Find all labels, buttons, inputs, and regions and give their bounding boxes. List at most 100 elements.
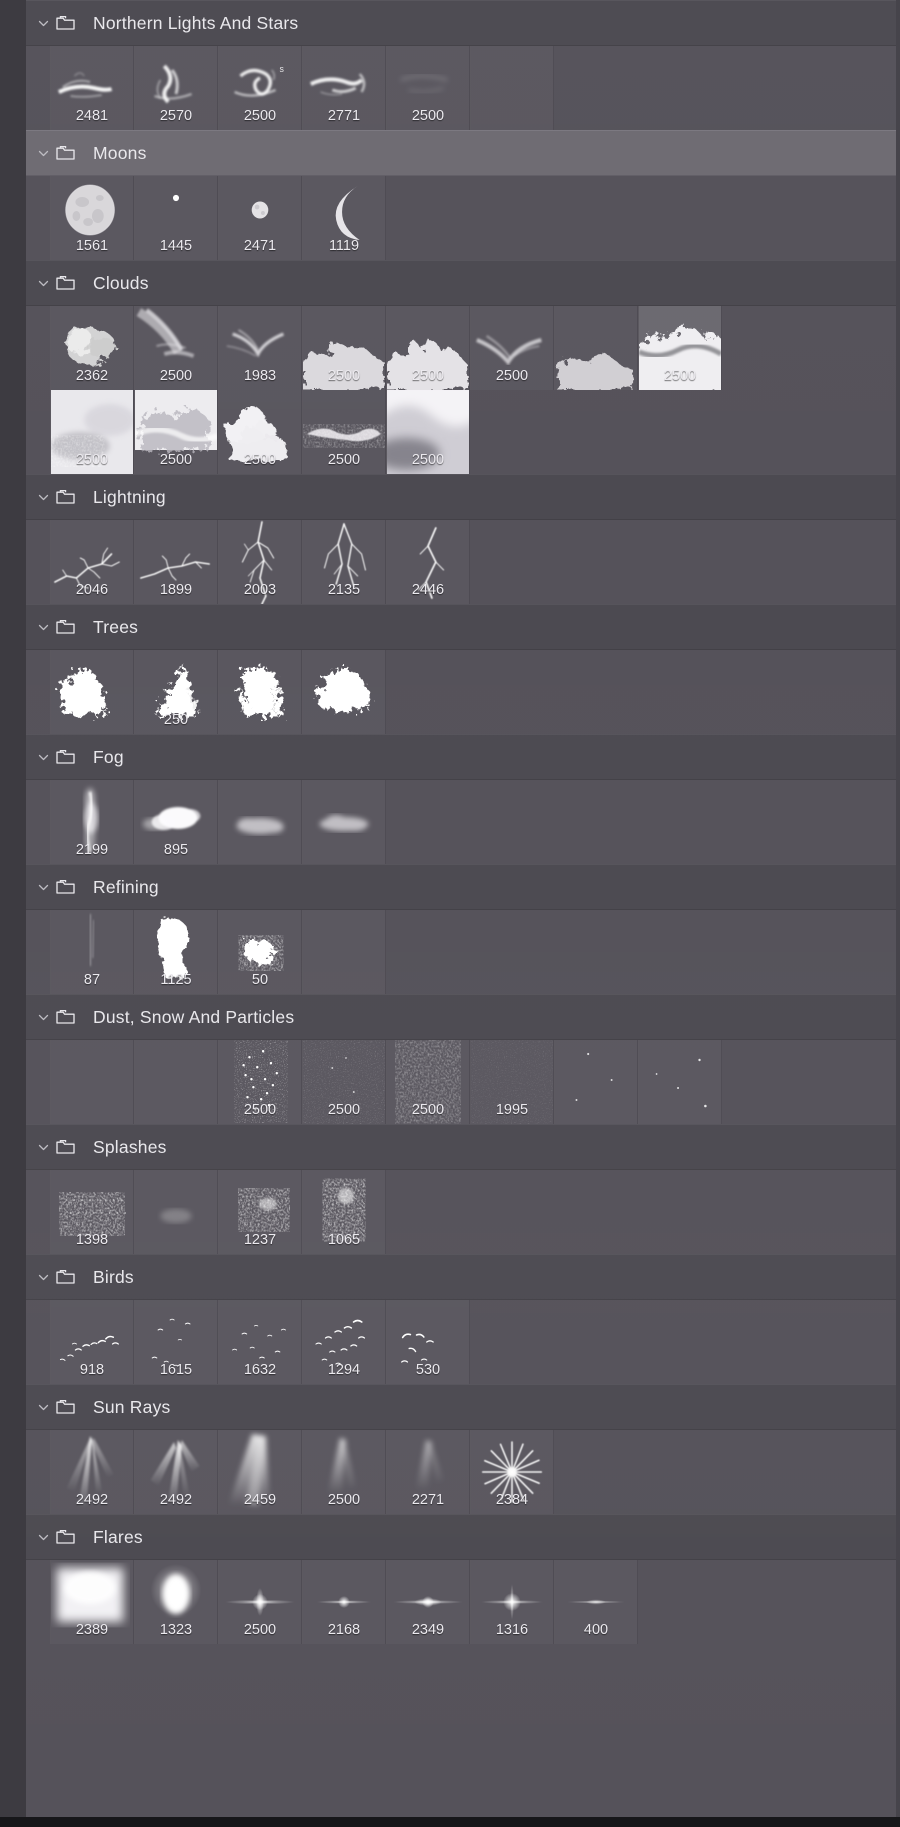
brush-preset-cell[interactable]: [302, 910, 386, 994]
brush-preset-cell[interactable]: 2003: [218, 520, 302, 604]
brush-size-label: 2135: [327, 581, 361, 598]
chevron-down-icon[interactable]: [32, 881, 54, 894]
brush-preset-cell[interactable]: 2570: [134, 46, 218, 130]
brush-preset-cell[interactable]: 1899: [134, 520, 218, 604]
brush-preset-cell[interactable]: 2349: [386, 1560, 470, 1644]
brush-preset-cell[interactable]: 1065: [302, 1170, 386, 1254]
brush-group-header-trees[interactable]: Trees: [0, 604, 900, 650]
brush-preset-cell[interactable]: 1323: [134, 1560, 218, 1644]
brush-preset-cell[interactable]: 1237: [218, 1170, 302, 1254]
brush-preset-cell[interactable]: 2492: [134, 1430, 218, 1514]
brush-group-header-refining[interactable]: Refining: [0, 864, 900, 910]
brush-group-header-fog[interactable]: Fog: [0, 734, 900, 780]
brush-preset-cell[interactable]: 2500: [386, 46, 470, 130]
chevron-down-icon[interactable]: [32, 277, 54, 290]
brush-preset-cell[interactable]: 50: [218, 910, 302, 994]
folder-icon: [56, 1397, 80, 1417]
brush-group-header-northern-lights-and-stars[interactable]: Northern Lights And Stars: [0, 0, 900, 46]
brush-preset-cell[interactable]: 1445: [134, 176, 218, 260]
chevron-down-icon[interactable]: [32, 751, 54, 764]
brush-preset-cell[interactable]: 2500: [386, 306, 470, 390]
brush-preset-cell[interactable]: 2271: [386, 1430, 470, 1514]
brush-preset-cell[interactable]: s 2500: [218, 46, 302, 130]
brush-preset-cell[interactable]: 2446: [386, 520, 470, 604]
brush-preset-cell[interactable]: 2500: [386, 1040, 470, 1124]
brush-preset-cell[interactable]: 2500: [302, 1040, 386, 1124]
brush-size-label: 2500: [411, 367, 445, 384]
brush-preset-cell[interactable]: 918: [50, 1300, 134, 1384]
brush-group-header-lightning[interactable]: Lightning: [0, 474, 900, 520]
brush-preset-cell[interactable]: 1615: [134, 1300, 218, 1384]
brush-preset-cell[interactable]: 2384: [470, 1430, 554, 1514]
brush-preset-cell[interactable]: 2500: [134, 306, 218, 390]
brush-preset-cell[interactable]: [302, 650, 386, 734]
brush-preset-cell[interactable]: 2492: [50, 1430, 134, 1514]
brush-preset-cell[interactable]: 2500: [218, 1040, 302, 1124]
chevron-down-icon[interactable]: [32, 1271, 54, 1284]
brush-row: 918 1615 1632 1294 530: [0, 1300, 900, 1384]
brush-preset-cell[interactable]: 400: [554, 1560, 638, 1644]
brush-preset-cell[interactable]: 1316: [470, 1560, 554, 1644]
brush-preset-cell[interactable]: 1632: [218, 1300, 302, 1384]
chevron-down-icon[interactable]: [32, 621, 54, 634]
brush-preset-cell[interactable]: 2471: [218, 176, 302, 260]
brush-preset-cell[interactable]: 1294: [302, 1300, 386, 1384]
brush-preset-cell[interactable]: 2135: [302, 520, 386, 604]
brush-preset-cell[interactable]: [134, 1040, 218, 1124]
chevron-down-icon[interactable]: [32, 1011, 54, 1024]
brush-list-scroll-area[interactable]: Northern Lights And Stars 2481 2570 s 250…: [0, 0, 900, 1827]
chevron-down-icon[interactable]: [32, 147, 54, 160]
brush-preset-cell[interactable]: 2500: [218, 1560, 302, 1644]
brush-preset-cell[interactable]: 2500: [302, 1430, 386, 1514]
brush-preset-cell[interactable]: 2500: [386, 390, 470, 474]
chevron-down-icon[interactable]: [32, 1531, 54, 1544]
brush-group-header-flares[interactable]: Flares: [0, 1514, 900, 1560]
brush-preset-cell[interactable]: 2459: [218, 1430, 302, 1514]
chevron-down-icon[interactable]: [32, 17, 54, 30]
brush-preset-cell[interactable]: [302, 780, 386, 864]
brush-preset-cell[interactable]: 2500: [470, 306, 554, 390]
brush-preset-cell[interactable]: [134, 1170, 218, 1254]
brush-preset-cell[interactable]: [470, 46, 554, 130]
brush-preset-cell[interactable]: 2500: [50, 390, 134, 474]
brush-preset-cell[interactable]: [554, 1040, 638, 1124]
brush-group-header-sun-rays[interactable]: Sun Rays: [0, 1384, 900, 1430]
brush-preset-cell[interactable]: 1995: [470, 1040, 554, 1124]
brush-group-header-dust-snow-and-particles[interactable]: Dust, Snow And Particles: [0, 994, 900, 1040]
brush-preset-cell[interactable]: 2500: [302, 306, 386, 390]
chevron-down-icon[interactable]: [32, 1401, 54, 1414]
brush-preset-cell[interactable]: 530: [386, 1300, 470, 1384]
brush-preset-cell[interactable]: 895: [134, 780, 218, 864]
brush-preset-cell[interactable]: 2500: [218, 390, 302, 474]
brush-preset-cell[interactable]: [50, 650, 134, 734]
brush-preset-cell[interactable]: [218, 650, 302, 734]
brush-preset-cell[interactable]: [50, 1040, 134, 1124]
brush-group-header-birds[interactable]: Birds: [0, 1254, 900, 1300]
brush-preset-cell[interactable]: [638, 1040, 722, 1124]
brush-preset-cell[interactable]: 250: [134, 650, 218, 734]
brush-preset-cell[interactable]: 2362: [50, 306, 134, 390]
brush-preset-cell[interactable]: 1983: [218, 306, 302, 390]
brush-preset-cell[interactable]: [218, 780, 302, 864]
brush-preset-cell[interactable]: 2046: [50, 520, 134, 604]
brush-preset-cell[interactable]: 1561: [50, 176, 134, 260]
brush-group-header-clouds[interactable]: Clouds: [0, 260, 900, 306]
brush-preset-cell[interactable]: 2500: [638, 306, 722, 390]
brush-preset-cell[interactable]: 2389: [50, 1560, 134, 1644]
brush-preset-cell[interactable]: 2500: [134, 390, 218, 474]
brush-preset-cell[interactable]: 2500: [302, 390, 386, 474]
brush-preset-cell[interactable]: 87: [50, 910, 134, 994]
brush-preset-cell[interactable]: [554, 306, 638, 390]
brush-preset-cell[interactable]: 2481: [50, 46, 134, 130]
brush-preset-cell[interactable]: 1125: [134, 910, 218, 994]
brush-row-filler: [386, 780, 900, 864]
chevron-down-icon[interactable]: [32, 1141, 54, 1154]
brush-preset-cell[interactable]: 1398: [50, 1170, 134, 1254]
brush-preset-cell[interactable]: 2771: [302, 46, 386, 130]
brush-group-header-splashes[interactable]: Splashes: [0, 1124, 900, 1170]
chevron-down-icon[interactable]: [32, 491, 54, 504]
brush-preset-cell[interactable]: 2168: [302, 1560, 386, 1644]
brush-preset-cell[interactable]: 1119: [302, 176, 386, 260]
brush-preset-cell[interactable]: 2199: [50, 780, 134, 864]
brush-group-header-moons[interactable]: Moons: [0, 130, 900, 176]
